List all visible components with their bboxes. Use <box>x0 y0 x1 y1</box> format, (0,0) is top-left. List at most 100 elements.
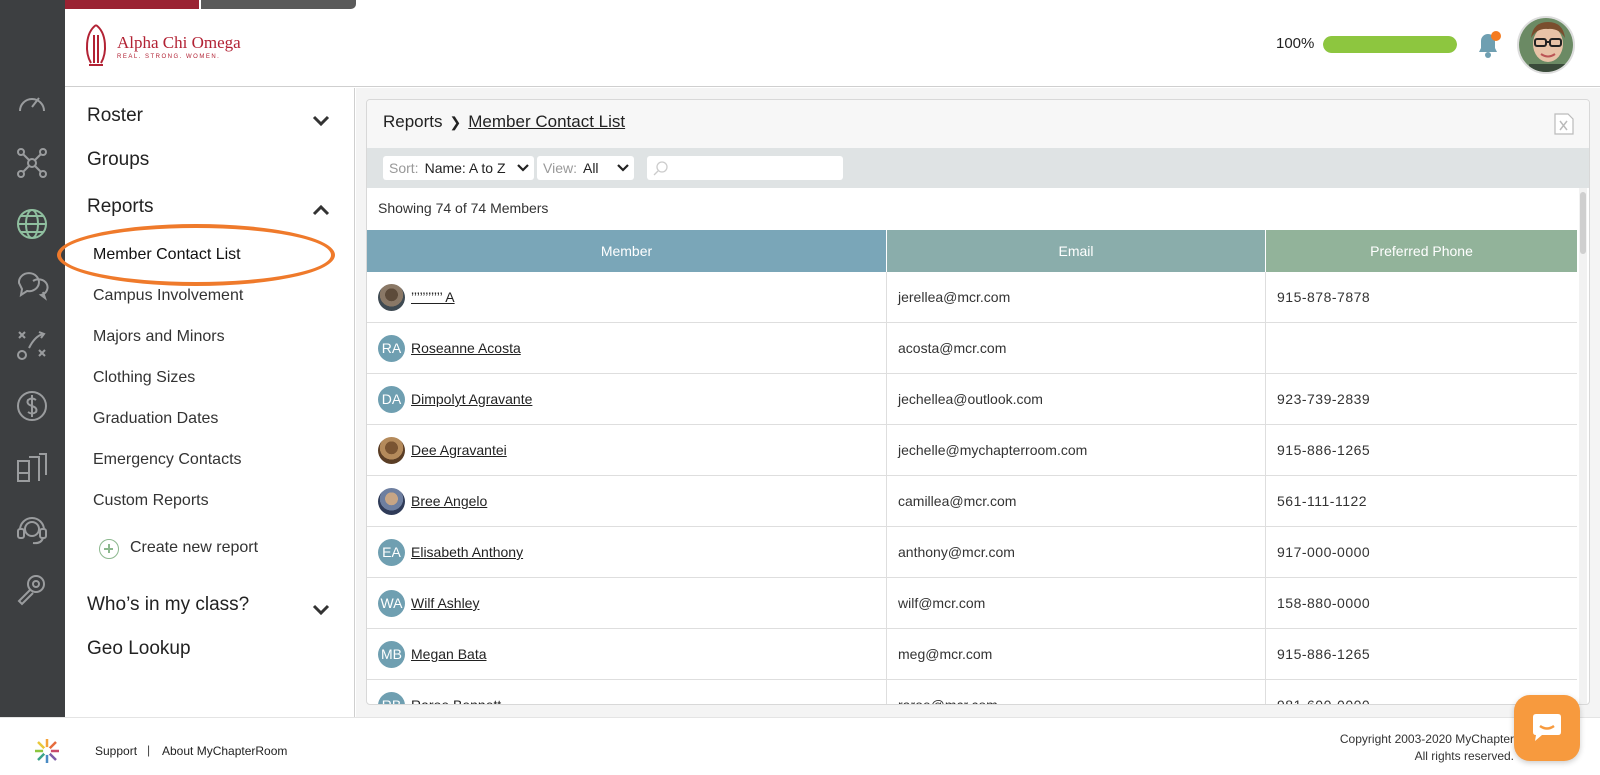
chevron-down-icon[interactable] <box>312 604 330 616</box>
member-cell: EA Elisabeth Anthony <box>367 527 887 577</box>
phone-cell <box>1266 323 1577 373</box>
member-name-link[interactable]: Raroe Bennett <box>411 697 501 704</box>
chevron-down-icon[interactable] <box>312 115 330 127</box>
member-avatar: EA <box>378 538 405 566</box>
breadcrumb-reports[interactable]: Reports <box>383 112 443 132</box>
chevron-right-icon: ❯ <box>449 113 462 130</box>
plus-circle-icon[interactable] <box>99 539 119 559</box>
member-name-link[interactable]: Elisabeth Anthony <box>411 544 523 560</box>
member-name-link[interactable]: Dimpolyt Agravante <box>411 391 532 407</box>
top-tab-secondary[interactable] <box>201 0 356 9</box>
member-cell: ’’’’’’’’’’’ A <box>367 272 887 322</box>
search-icon <box>653 161 668 176</box>
table-row[interactable]: Dee Agravantei jechelle@mychapterroom.com… <box>367 425 1577 476</box>
phone-cell: 561-111-1122 <box>1277 493 1368 509</box>
report-clothing-sizes[interactable]: Clothing Sizes <box>93 369 195 387</box>
profile-progress-label: 100% <box>1276 35 1315 52</box>
lyre-logo-icon <box>86 24 106 66</box>
chat-bubbles-icon[interactable] <box>14 266 50 302</box>
member-name-link[interactable]: Megan Bata <box>411 646 487 662</box>
brand-tagline: REAL. STRONG. WOMEN. <box>117 53 221 60</box>
email-cell: wilf@mcr.com <box>887 578 1266 628</box>
icon-rail <box>0 0 65 717</box>
library-books-icon[interactable] <box>14 450 50 486</box>
scrollbar-thumb[interactable] <box>1580 192 1586 254</box>
mychapterroom-logo-icon <box>35 739 59 763</box>
member-avatar: WA <box>378 589 405 617</box>
top-tab-chapter[interactable] <box>65 0 199 9</box>
strategy-play-icon[interactable] <box>14 327 50 363</box>
email-cell: raroe@mcr.com <box>887 680 1266 704</box>
member-name-link[interactable]: Dee Agravantei <box>411 442 507 458</box>
member-avatar: DA <box>378 385 405 413</box>
breadcrumb-current[interactable]: Member Contact List <box>468 112 625 132</box>
table-row[interactable]: RA Roseanne Acosta acosta@mcr.com <box>367 323 1577 374</box>
column-header-email[interactable]: Email <box>887 230 1266 272</box>
globe-icon[interactable] <box>14 206 50 242</box>
network-icon[interactable] <box>14 145 50 181</box>
support-headset-icon[interactable] <box>14 511 50 547</box>
email-cell: jerellea@mcr.com <box>887 272 1266 322</box>
brand-name: Alpha Chi Omega <box>117 32 241 52</box>
create-new-report-link[interactable]: Create new report <box>130 539 258 557</box>
email-cell: acosta@mcr.com <box>887 323 1266 373</box>
column-header-member[interactable]: Member <box>367 230 887 272</box>
member-avatar <box>378 487 405 515</box>
member-avatar <box>378 283 405 311</box>
export-excel-icon[interactable] <box>1553 112 1575 136</box>
report-member-contact-list[interactable]: Member Contact List <box>93 246 241 264</box>
table-row[interactable]: WA Wilf Ashley wilf@mcr.com 158-880-0000 <box>367 578 1577 629</box>
report-campus-involvement[interactable]: Campus Involvement <box>93 287 243 305</box>
sort-value: Name: A to Z <box>424 160 506 176</box>
report-graduation-dates[interactable]: Graduation Dates <box>93 410 218 428</box>
email-cell: jechellea@outlook.com <box>887 374 1266 424</box>
member-avatar: MB <box>378 640 405 668</box>
footer-about-link[interactable]: About MyChapterRoom <box>162 744 287 758</box>
view-select[interactable]: View: All <box>537 156 634 180</box>
chat-launcher-button[interactable] <box>1514 695 1580 761</box>
phone-cell: 158-880-0000 <box>1277 595 1371 611</box>
footer-support-link[interactable]: Support <box>95 744 137 758</box>
report-emergency-contacts[interactable]: Emergency Contacts <box>93 451 242 469</box>
sort-select[interactable]: Sort: Name: A to Z <box>383 156 534 180</box>
user-avatar[interactable] <box>1517 16 1575 74</box>
table-row[interactable]: ’’’’’’’’’’’ A jerellea@mcr.com 915-878-787… <box>367 272 1577 323</box>
chevron-up-icon[interactable] <box>312 204 330 216</box>
chevron-down-icon <box>517 164 529 172</box>
sidebar-item-whos-in-my-class[interactable]: Who’s in my class? <box>87 594 249 616</box>
table-row[interactable]: MB Megan Bata meg@mcr.com 915-886-1265 <box>367 629 1577 680</box>
sidebar-item-reports[interactable]: Reports <box>87 196 154 218</box>
member-cell: RB Raroe Bennett <box>367 680 887 704</box>
tools-icon[interactable] <box>14 572 50 608</box>
dollar-icon[interactable] <box>14 388 50 424</box>
table-row[interactable]: RB Raroe Bennett raroe@mcr.com 981-600-0000 <box>367 680 1577 704</box>
notification-bell-icon[interactable] <box>1471 27 1505 61</box>
table-row[interactable]: EA Elisabeth Anthony anthony@mcr.com 917-00… <box>367 527 1577 578</box>
member-cell: Bree Angelo <box>367 476 887 526</box>
member-table: Member Email Preferred Phone ’’’’’’’’’’’… <box>367 230 1577 704</box>
table-row[interactable]: Bree Angelo camillea@mcr.com 561-111-1122 <box>367 476 1577 527</box>
sidebar-item-geo-lookup[interactable]: Geo Lookup <box>87 638 191 660</box>
table-scrollbar[interactable] <box>1579 188 1587 704</box>
phone-cell: 915-886-1265 <box>1277 442 1371 458</box>
brand-logo[interactable]: Alpha Chi Omega REAL. STRONG. WOMEN. <box>81 23 241 69</box>
search-input[interactable] <box>647 156 843 180</box>
phone-cell: 917-000-0000 <box>1277 544 1371 560</box>
email-cell: anthony@mcr.com <box>887 527 1266 577</box>
member-name-link[interactable]: Wilf Ashley <box>411 595 479 611</box>
copyright-line2: All rights reserved. <box>1414 749 1514 763</box>
table-row[interactable]: DA Dimpolyt Agravante jechellea@outlook.co… <box>367 374 1577 425</box>
column-header-phone[interactable]: Preferred Phone <box>1266 230 1577 272</box>
report-custom-reports[interactable]: Custom Reports <box>93 492 209 510</box>
member-name-link[interactable]: Roseanne Acosta <box>411 340 521 356</box>
member-name-link[interactable]: ’’’’’’’’’’’ A <box>411 289 455 305</box>
sidebar-item-roster[interactable]: Roster <box>87 105 143 127</box>
report-majors-minors[interactable]: Majors and Minors <box>93 328 225 346</box>
sidebar-item-groups[interactable]: Groups <box>87 149 149 171</box>
member-cell: WA Wilf Ashley <box>367 578 887 628</box>
member-name-link[interactable]: Bree Angelo <box>411 493 487 509</box>
dashboard-gauge-icon[interactable] <box>14 86 50 122</box>
member-avatar <box>378 436 405 464</box>
main-content: Reports ❯ Member Contact List Sort: Name… <box>356 88 1600 717</box>
member-avatar: RA <box>378 334 405 362</box>
